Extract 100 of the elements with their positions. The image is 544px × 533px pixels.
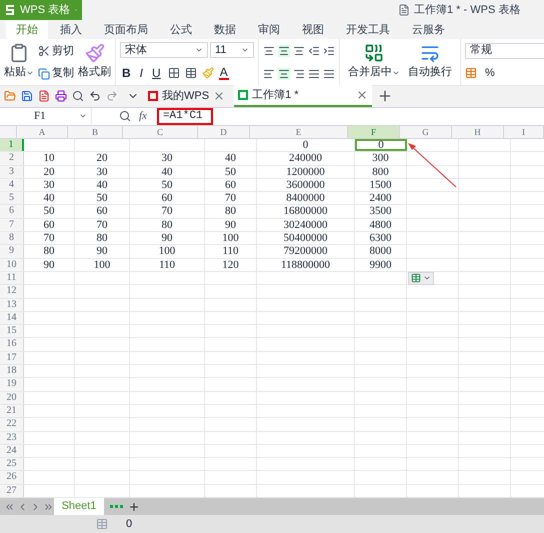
column-header[interactable]: I bbox=[504, 126, 544, 138]
row-header[interactable]: 18 bbox=[0, 365, 24, 378]
table-icon bbox=[411, 273, 421, 284]
align-middle-icon[interactable] bbox=[278, 44, 290, 57]
row-header[interactable]: 5 bbox=[0, 192, 24, 204]
row-header[interactable]: 16 bbox=[0, 338, 24, 351]
table-cell: 80 bbox=[96, 232, 108, 244]
row-header[interactable]: 8 bbox=[0, 232, 24, 244]
number-format-field[interactable]: 常规 bbox=[465, 42, 544, 59]
row-header[interactable]: 3 bbox=[0, 166, 24, 178]
ribbon-tab[interactable]: 开发工具 bbox=[336, 21, 400, 40]
save-icon[interactable] bbox=[21, 90, 33, 102]
row-header[interactable]: 2 bbox=[0, 152, 24, 165]
wrap-text-button[interactable]: 自动换行 bbox=[408, 39, 452, 85]
ribbon-tab[interactable]: 云服务 bbox=[402, 21, 455, 40]
column-header[interactable]: B bbox=[68, 126, 123, 138]
app-logo-icon bbox=[4, 4, 16, 16]
row-header[interactable]: 27 bbox=[0, 484, 24, 497]
format-painter-button[interactable]: 格式刷 bbox=[78, 39, 111, 85]
row-header[interactable]: 12 bbox=[0, 285, 24, 298]
column-header[interactable]: D bbox=[198, 126, 250, 138]
column-header[interactable]: F bbox=[348, 126, 400, 138]
app-menu-button[interactable]: WPS 表格 bbox=[0, 0, 82, 20]
name-box[interactable]: F1 bbox=[0, 108, 92, 124]
row-header[interactable]: 9 bbox=[0, 245, 24, 258]
paste-options-button[interactable] bbox=[408, 272, 434, 285]
table-cell: 8000 bbox=[370, 245, 392, 258]
function-label[interactable]: fx bbox=[139, 108, 147, 125]
row-header[interactable]: 25 bbox=[0, 458, 24, 470]
row-header[interactable]: 26 bbox=[0, 471, 24, 484]
align-center-icon[interactable] bbox=[278, 68, 290, 80]
distribute-icon[interactable] bbox=[323, 68, 335, 80]
column-header[interactable]: C bbox=[123, 126, 198, 138]
ribbon-tab[interactable]: 审阅 bbox=[248, 21, 290, 40]
ribbon-tab[interactable]: 数据 bbox=[204, 21, 246, 40]
close-icon[interactable] bbox=[213, 90, 226, 102]
column-header[interactable]: H bbox=[452, 126, 504, 138]
increase-indent-icon[interactable] bbox=[323, 44, 335, 57]
row-header[interactable]: 23 bbox=[0, 432, 24, 444]
row-header[interactable]: 7 bbox=[0, 218, 24, 232]
paste-button[interactable]: 粘贴 bbox=[4, 39, 34, 85]
row-header[interactable]: 1 bbox=[0, 138, 24, 152]
font-color-button[interactable]: A bbox=[218, 66, 229, 80]
table-cell: 1200000 bbox=[286, 166, 325, 178]
merge-cells-icon bbox=[364, 43, 384, 64]
row-header[interactable]: 24 bbox=[0, 444, 24, 458]
print-preview-icon[interactable] bbox=[72, 90, 84, 102]
align-right-icon[interactable] bbox=[293, 68, 305, 80]
row-header[interactable]: 17 bbox=[0, 352, 24, 364]
add-sheet-icon[interactable] bbox=[128, 500, 140, 512]
status-value: 0 bbox=[126, 516, 132, 532]
ribbon-tab[interactable]: 开始 bbox=[6, 21, 48, 40]
underline-button[interactable]: U bbox=[150, 64, 163, 82]
document-tab[interactable]: 工作簿1 * bbox=[234, 85, 372, 108]
document-tab[interactable]: 我的WPS bbox=[144, 85, 230, 108]
row-header[interactable]: 10 bbox=[0, 258, 24, 271]
table-cell: 40 bbox=[162, 166, 172, 178]
percent-button[interactable]: % bbox=[485, 65, 495, 82]
selected-cell[interactable]: 0 bbox=[355, 138, 407, 152]
ribbon-tab[interactable]: 视图 bbox=[292, 21, 334, 40]
table-style-icon[interactable] bbox=[184, 67, 197, 80]
copy-button[interactable]: 复制 bbox=[38, 65, 74, 82]
row-header[interactable]: 4 bbox=[0, 178, 24, 192]
fill-color-icon[interactable] bbox=[202, 67, 214, 80]
merge-center-button[interactable]: 合并居中 bbox=[348, 39, 400, 85]
font-name-field[interactable]: 宋体 bbox=[120, 42, 208, 58]
ribbon-tab[interactable]: 公式 bbox=[160, 21, 202, 40]
row-header[interactable]: 15 bbox=[0, 325, 24, 338]
cut-button[interactable]: 剪切 bbox=[38, 42, 74, 60]
close-icon[interactable] bbox=[356, 89, 368, 102]
column-header[interactable]: A bbox=[17, 126, 68, 138]
justify-icon[interactable] bbox=[308, 68, 320, 80]
undo-icon[interactable] bbox=[89, 90, 101, 102]
open-icon[interactable] bbox=[4, 90, 16, 102]
print-icon[interactable] bbox=[55, 90, 67, 102]
row-header[interactable]: 14 bbox=[0, 312, 24, 324]
row-header[interactable]: 19 bbox=[0, 378, 24, 391]
row-header[interactable]: 6 bbox=[0, 205, 24, 218]
sheet-tab[interactable]: Sheet1 bbox=[54, 498, 104, 515]
paintbrush-icon bbox=[84, 43, 104, 64]
column-header[interactable]: G bbox=[400, 126, 452, 138]
row-header[interactable]: 21 bbox=[0, 404, 24, 418]
borders-icon[interactable] bbox=[168, 67, 180, 80]
row-header[interactable]: 20 bbox=[0, 392, 24, 404]
decrease-indent-icon[interactable] bbox=[308, 44, 320, 57]
formula-field[interactable]: =A1*C1 bbox=[156, 108, 213, 125]
table-cell: 90 bbox=[44, 258, 54, 271]
align-left-icon[interactable] bbox=[263, 68, 275, 80]
row-header[interactable]: 11 bbox=[0, 272, 24, 284]
export-pdf-icon[interactable] bbox=[38, 90, 50, 102]
row-header[interactable]: 22 bbox=[0, 418, 24, 431]
table-cell: 60 bbox=[44, 218, 54, 231]
bold-button[interactable]: B bbox=[120, 64, 133, 82]
row-header[interactable]: 13 bbox=[0, 298, 24, 311]
table-cell: 70 bbox=[44, 232, 54, 244]
font-size-field[interactable]: 11 bbox=[210, 42, 254, 58]
italic-button[interactable]: I bbox=[138, 64, 146, 82]
zoom-icon[interactable] bbox=[119, 110, 131, 122]
ribbon-tab[interactable]: 页面布局 bbox=[94, 21, 158, 40]
ribbon-tab[interactable]: 插入 bbox=[50, 21, 92, 40]
